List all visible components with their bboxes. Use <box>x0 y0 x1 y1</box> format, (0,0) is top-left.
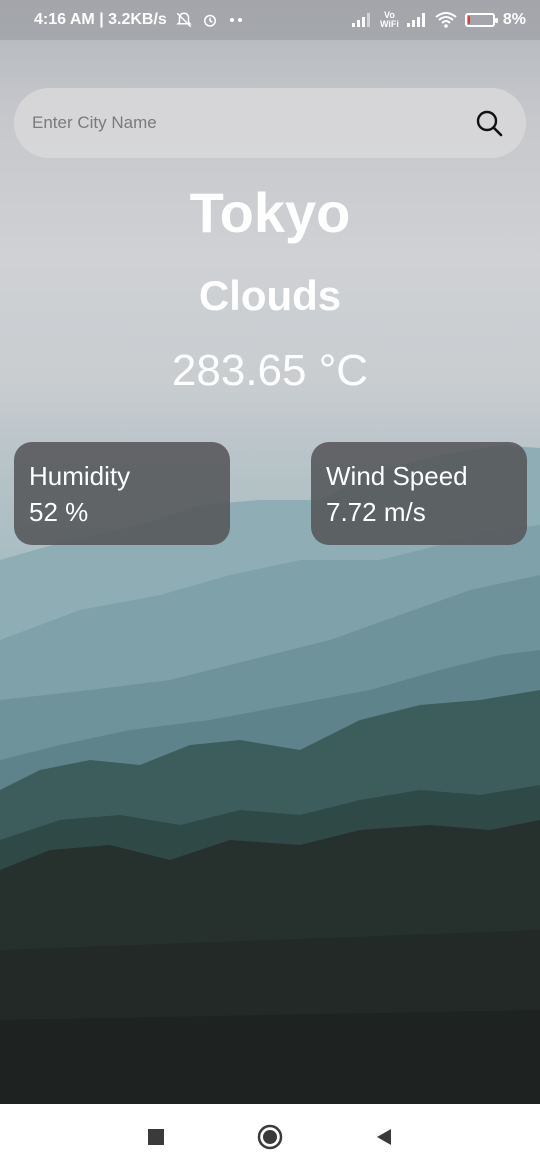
vowifi-indicator: Vo WiFi <box>379 10 399 29</box>
weather-condition: Clouds <box>198 272 342 319</box>
humidity-card: Humidity 52 % <box>14 442 230 545</box>
notification-muted-icon <box>175 11 193 29</box>
triangle-back-icon <box>377 1129 391 1145</box>
circle-icon <box>257 1124 283 1150</box>
alarm-icon <box>201 11 219 29</box>
city-search-input[interactable] <box>30 112 472 134</box>
signal-bars-icon-2 <box>406 13 427 27</box>
battery-percent: 8% <box>502 11 526 28</box>
signal-bars-icon <box>351 13 372 27</box>
app-screen: 4:16 AM | 3.2KB/s Vo WiFi 8% Enter City … <box>0 0 540 1104</box>
back-button[interactable] <box>371 1124 397 1150</box>
wind-speed-card: Wind Speed 7.72 m/s <box>311 442 527 545</box>
mountain-background-image <box>0 445 540 1104</box>
status-bar: 4:16 AM | 3.2KB/s Vo WiFi 8% <box>0 0 540 40</box>
search-button[interactable] <box>472 106 506 140</box>
square-icon <box>148 1129 164 1145</box>
battery-level-fill <box>467 16 470 24</box>
humidity-label: Humidity <box>29 461 131 491</box>
home-button[interactable] <box>257 1124 283 1150</box>
battery-icon <box>464 13 498 27</box>
search-bar <box>14 88 526 158</box>
search-icon <box>476 110 503 137</box>
recent-apps-button[interactable] <box>143 1124 169 1150</box>
humidity-value: 52 % <box>29 497 89 527</box>
wind-speed-label: Wind Speed <box>326 461 468 491</box>
navigation-bar <box>0 1104 540 1170</box>
wind-speed-value: 7.72 m/s <box>326 497 426 527</box>
more-dots-icon <box>227 16 245 24</box>
temperature-value: 283.65 °C <box>171 346 369 395</box>
status-time-speed: 4:16 AM | 3.2KB/s <box>34 11 167 28</box>
wifi-icon <box>435 12 457 28</box>
city-name: Tokyo <box>189 181 351 244</box>
